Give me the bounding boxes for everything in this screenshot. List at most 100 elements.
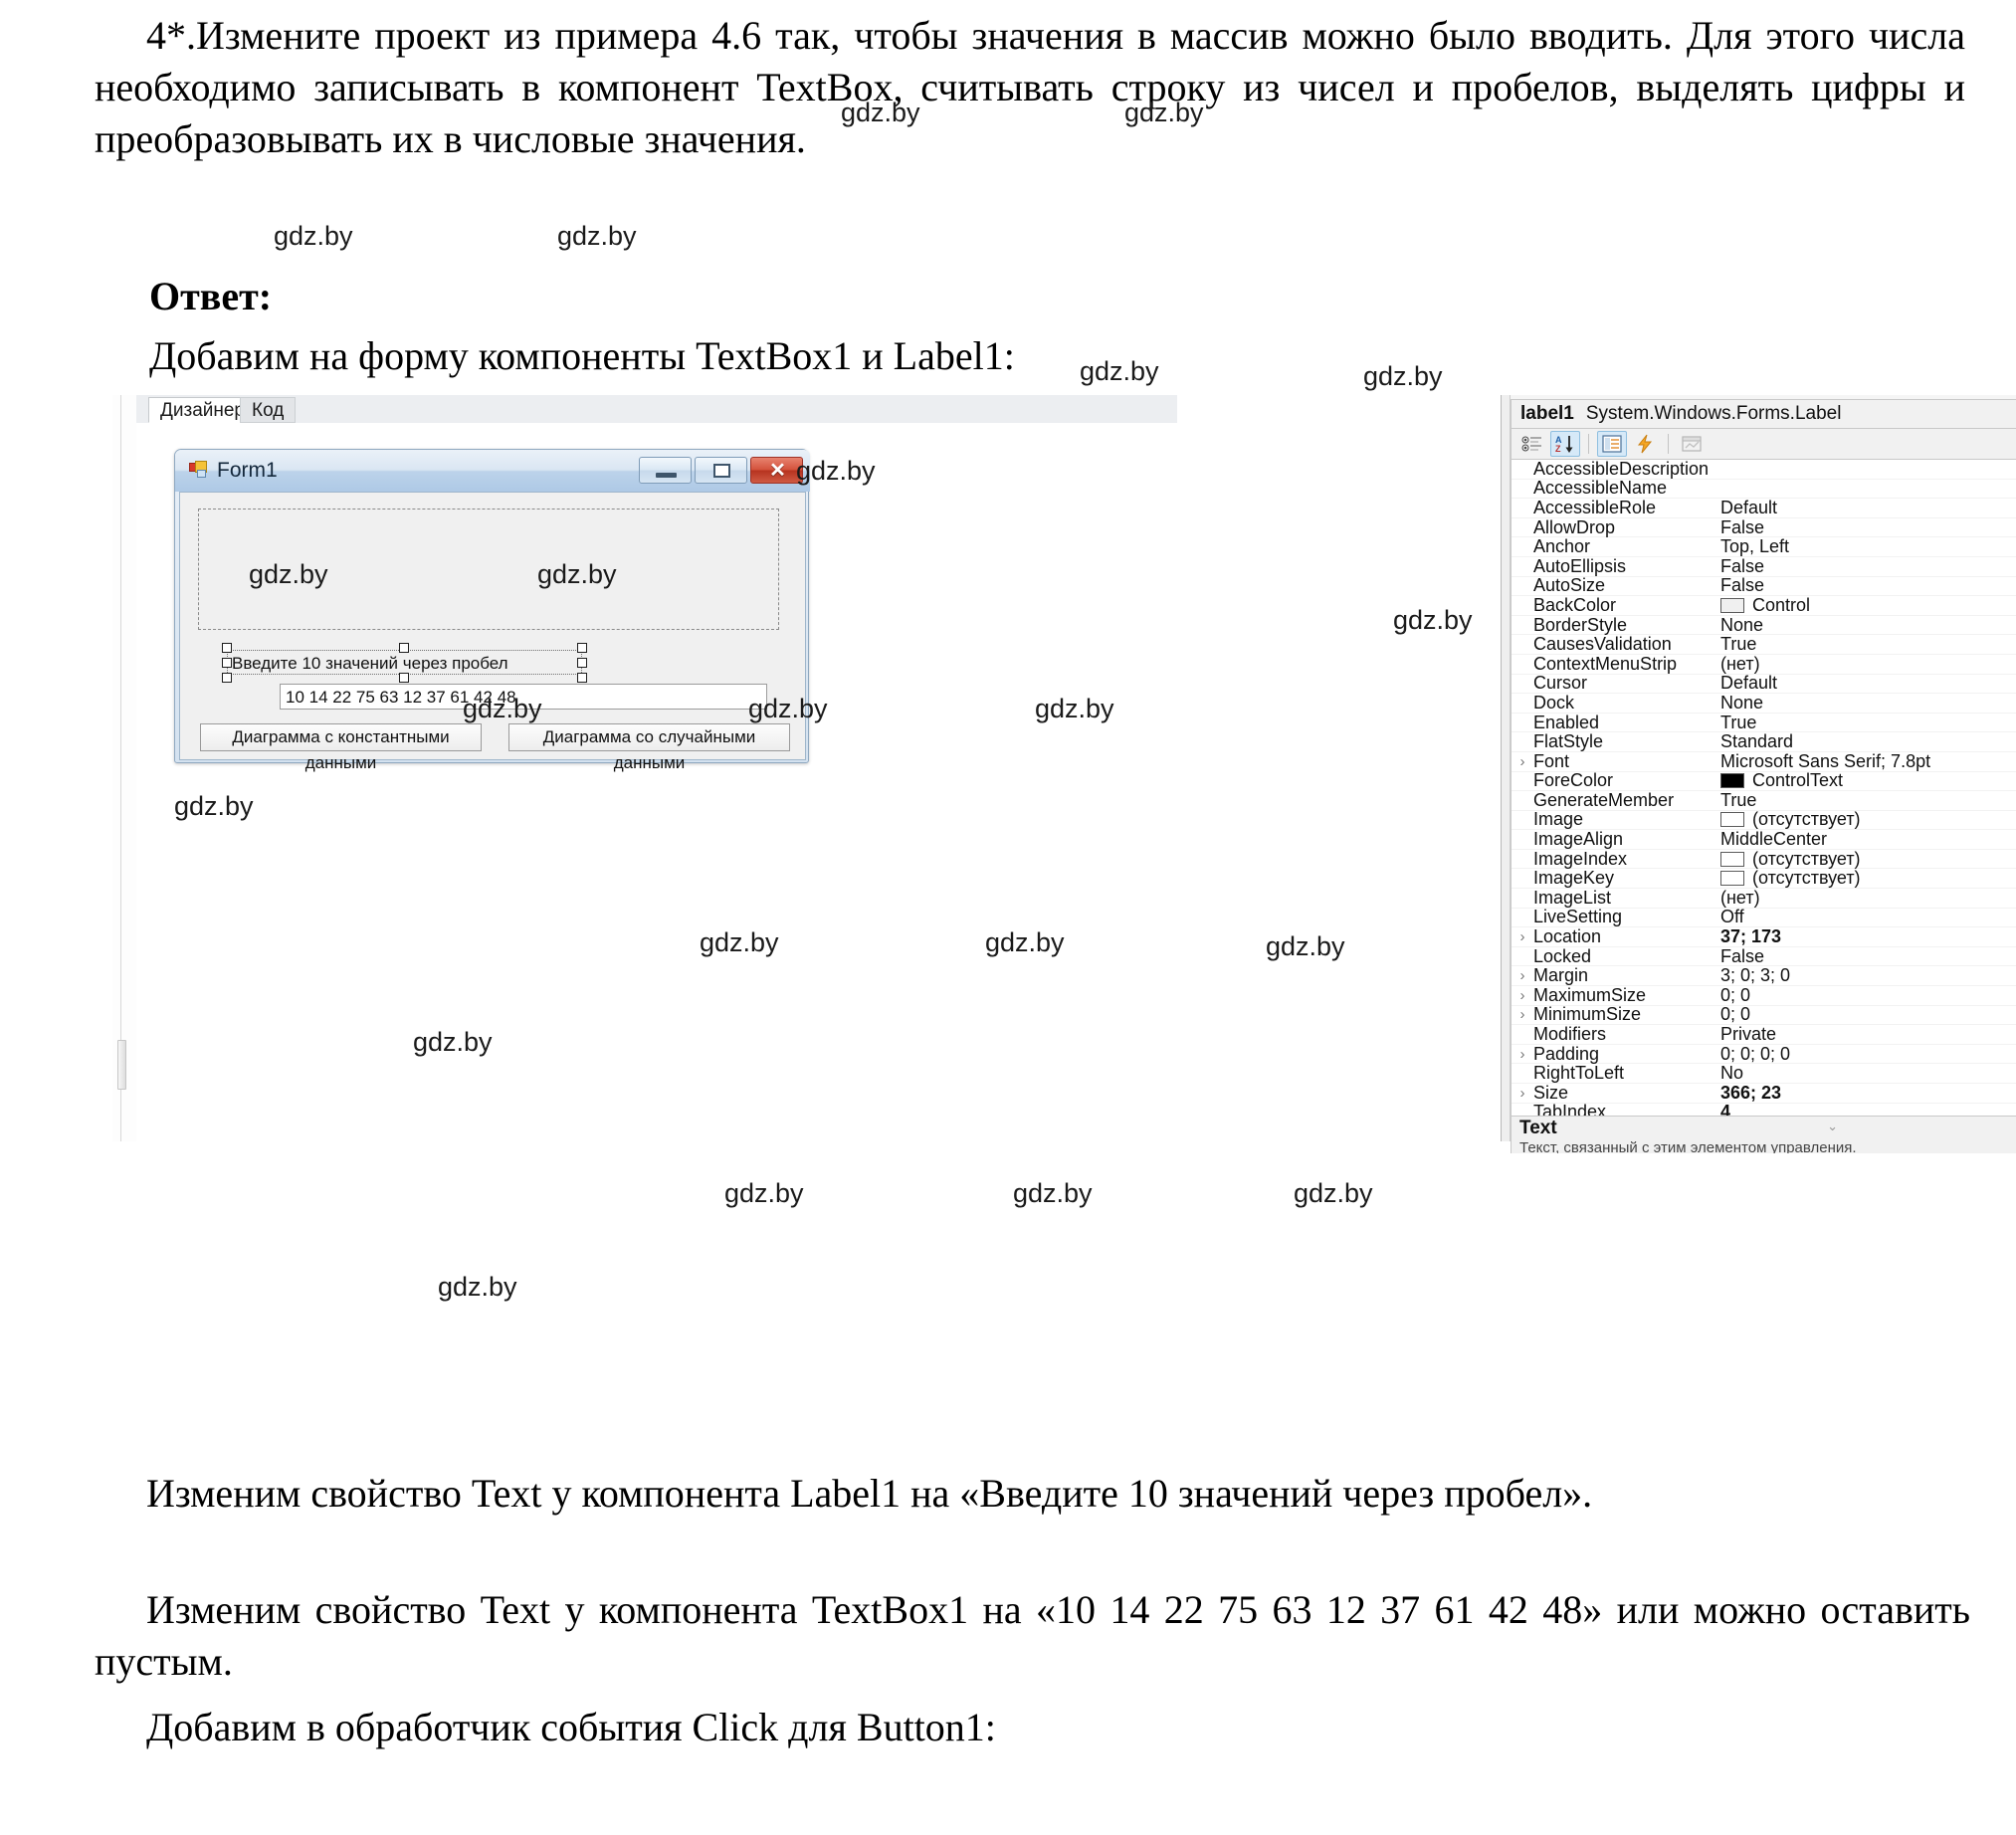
button1-constant-data[interactable]: Диаграмма с константными данными — [200, 723, 482, 772]
expand-chevron-icon[interactable]: › — [1512, 1006, 1533, 1023]
chart-placeholder[interactable]: gdz.by gdz.by — [198, 509, 779, 630]
property-value[interactable]: (отсутствует) — [1720, 849, 2016, 870]
property-row[interactable]: › Margin 3; 0; 3; 0 — [1512, 965, 2016, 987]
selection-grip[interactable] — [222, 658, 232, 668]
selection-grip[interactable] — [399, 673, 409, 683]
property-row[interactable]: Modifiers Private — [1512, 1024, 2016, 1045]
property-value[interactable]: 4 — [1720, 1102, 2016, 1116]
property-row[interactable]: AccessibleDescription — [1512, 460, 2016, 480]
property-row[interactable]: TabIndex 4 — [1512, 1102, 2016, 1116]
property-row[interactable]: Anchor Top, Left — [1512, 536, 2016, 557]
designer-canvas[interactable]: Form1 ✕ gdz.by gdz.by Введите 10 значени… — [136, 423, 1177, 1141]
property-value[interactable]: False — [1720, 575, 2016, 596]
property-row[interactable]: CausesValidation True — [1512, 634, 2016, 655]
property-value[interactable]: 0; 0; 0; 0 — [1720, 1044, 2016, 1065]
label1-control[interactable]: Введите 10 значений через пробел — [227, 650, 582, 675]
selection-grip[interactable] — [577, 673, 587, 683]
property-value[interactable]: 0; 0 — [1720, 985, 2016, 1006]
property-row[interactable]: AutoEllipsis False — [1512, 556, 2016, 577]
splitter-grip[interactable] — [117, 1040, 126, 1090]
property-row[interactable]: AutoSize False — [1512, 575, 2016, 597]
property-value[interactable]: (нет) — [1720, 888, 2016, 909]
property-value[interactable]: Default — [1720, 673, 2016, 694]
maximize-button[interactable] — [695, 457, 747, 484]
property-row[interactable]: ImageIndex (отсутствует) — [1512, 849, 2016, 870]
property-value[interactable]: False — [1720, 946, 2016, 967]
property-value[interactable]: ControlText — [1720, 770, 2016, 791]
property-value[interactable]: Microsoft Sans Serif; 7.8pt — [1720, 751, 2016, 772]
categorized-icon[interactable] — [1517, 431, 1547, 457]
property-value[interactable]: 366; 23 — [1720, 1083, 2016, 1104]
property-value[interactable]: False — [1720, 517, 2016, 538]
property-value[interactable]: Off — [1720, 907, 2016, 927]
property-row[interactable]: › Location 37; 173 — [1512, 926, 2016, 947]
property-row[interactable]: Cursor Default — [1512, 673, 2016, 695]
property-row[interactable]: › MinimumSize 0; 0 — [1512, 1004, 2016, 1026]
form-client-area[interactable]: gdz.by gdz.by Введите 10 значений через … — [179, 492, 806, 772]
property-value[interactable]: (отсутствует) — [1720, 868, 2016, 889]
selection-grip[interactable] — [222, 673, 232, 683]
left-splitter-strip[interactable] — [112, 395, 137, 1141]
property-row[interactable]: AccessibleRole Default — [1512, 498, 2016, 518]
property-row[interactable]: Dock None — [1512, 693, 2016, 714]
selection-grip[interactable] — [577, 643, 587, 653]
expand-chevron-icon[interactable]: › — [1512, 1046, 1533, 1063]
property-row[interactable]: ContextMenuStrip (нет) — [1512, 654, 2016, 675]
property-row[interactable]: ImageKey (отсутствует) — [1512, 868, 2016, 890]
tab-code[interactable]: Код — [240, 397, 297, 423]
property-value[interactable]: (нет) — [1720, 654, 2016, 675]
property-row[interactable]: › Font Microsoft Sans Serif; 7.8pt — [1512, 751, 2016, 772]
property-row[interactable]: AccessibleName — [1512, 478, 2016, 500]
property-row[interactable]: › Padding 0; 0; 0; 0 — [1512, 1044, 2016, 1065]
property-row[interactable]: GenerateMember True — [1512, 790, 2016, 811]
property-row[interactable]: RightToLeft No — [1512, 1063, 2016, 1084]
property-row[interactable]: ImageList (нет) — [1512, 888, 2016, 909]
property-row[interactable]: › Size 366; 23 — [1512, 1083, 2016, 1104]
selection-grip[interactable] — [222, 643, 232, 653]
property-pages-icon[interactable] — [1677, 431, 1707, 457]
property-row[interactable]: Image (отсутствует) — [1512, 809, 2016, 831]
property-value[interactable]: 3; 0; 3; 0 — [1720, 965, 2016, 986]
property-value[interactable]: No — [1720, 1063, 2016, 1084]
property-value[interactable]: 37; 173 — [1720, 926, 2016, 947]
close-button[interactable]: ✕ — [750, 457, 803, 484]
property-value[interactable]: Default — [1720, 498, 2016, 518]
property-row[interactable]: BorderStyle None — [1512, 615, 2016, 636]
property-value[interactable]: None — [1720, 693, 2016, 714]
expand-chevron-icon[interactable]: › — [1512, 753, 1533, 770]
events-lightning-icon[interactable] — [1630, 431, 1660, 457]
form-titlebar[interactable]: Form1 ✕ — [175, 450, 810, 492]
property-value[interactable]: None — [1720, 615, 2016, 636]
property-row[interactable]: FlatStyle Standard — [1512, 731, 2016, 752]
textbox1-control[interactable]: 10 14 22 75 63 12 37 61 42 48 — [280, 684, 767, 710]
expand-chevron-icon[interactable]: › — [1512, 1085, 1533, 1102]
winform-window[interactable]: Form1 ✕ gdz.by gdz.by Введите 10 значени… — [174, 449, 810, 772]
property-value[interactable]: False — [1720, 556, 2016, 577]
expand-chevron-icon[interactable]: › — [1512, 987, 1533, 1004]
property-row[interactable]: ForeColor ControlText — [1512, 770, 2016, 792]
minimize-button[interactable] — [639, 457, 692, 484]
button2-random-data[interactable]: Диаграмма со случайными данными — [508, 723, 790, 772]
property-value[interactable]: 0; 0 — [1720, 1004, 2016, 1025]
property-row[interactable]: LiveSetting Off — [1512, 907, 2016, 928]
property-value[interactable]: True — [1720, 713, 2016, 733]
property-value[interactable]: Top, Left — [1720, 536, 2016, 557]
property-value[interactable]: Control — [1720, 595, 2016, 616]
expand-chevron-icon[interactable]: › — [1512, 928, 1533, 945]
expand-chevron-icon[interactable]: › — [1512, 967, 1533, 984]
property-value[interactable]: True — [1720, 790, 2016, 811]
property-row[interactable]: BackColor Control — [1512, 595, 2016, 616]
property-value[interactable]: Standard — [1720, 731, 2016, 752]
property-row[interactable]: ImageAlign MiddleCenter — [1512, 829, 2016, 850]
property-value[interactable]: MiddleCenter — [1720, 829, 2016, 850]
properties-list-icon[interactable] — [1597, 431, 1627, 457]
property-value[interactable]: (отсутствует) — [1720, 809, 2016, 830]
alphabetical-sort-icon[interactable]: A Z — [1550, 431, 1580, 457]
property-value[interactable]: Private — [1720, 1024, 2016, 1045]
property-row[interactable]: AllowDrop False — [1512, 517, 2016, 538]
property-row[interactable]: Locked False — [1512, 946, 2016, 967]
property-value[interactable]: True — [1720, 634, 2016, 655]
properties-list[interactable]: AccessibleDescription AccessibleName Acces… — [1511, 459, 2016, 1116]
property-row[interactable]: Enabled True — [1512, 713, 2016, 733]
selection-grip[interactable] — [399, 643, 409, 653]
